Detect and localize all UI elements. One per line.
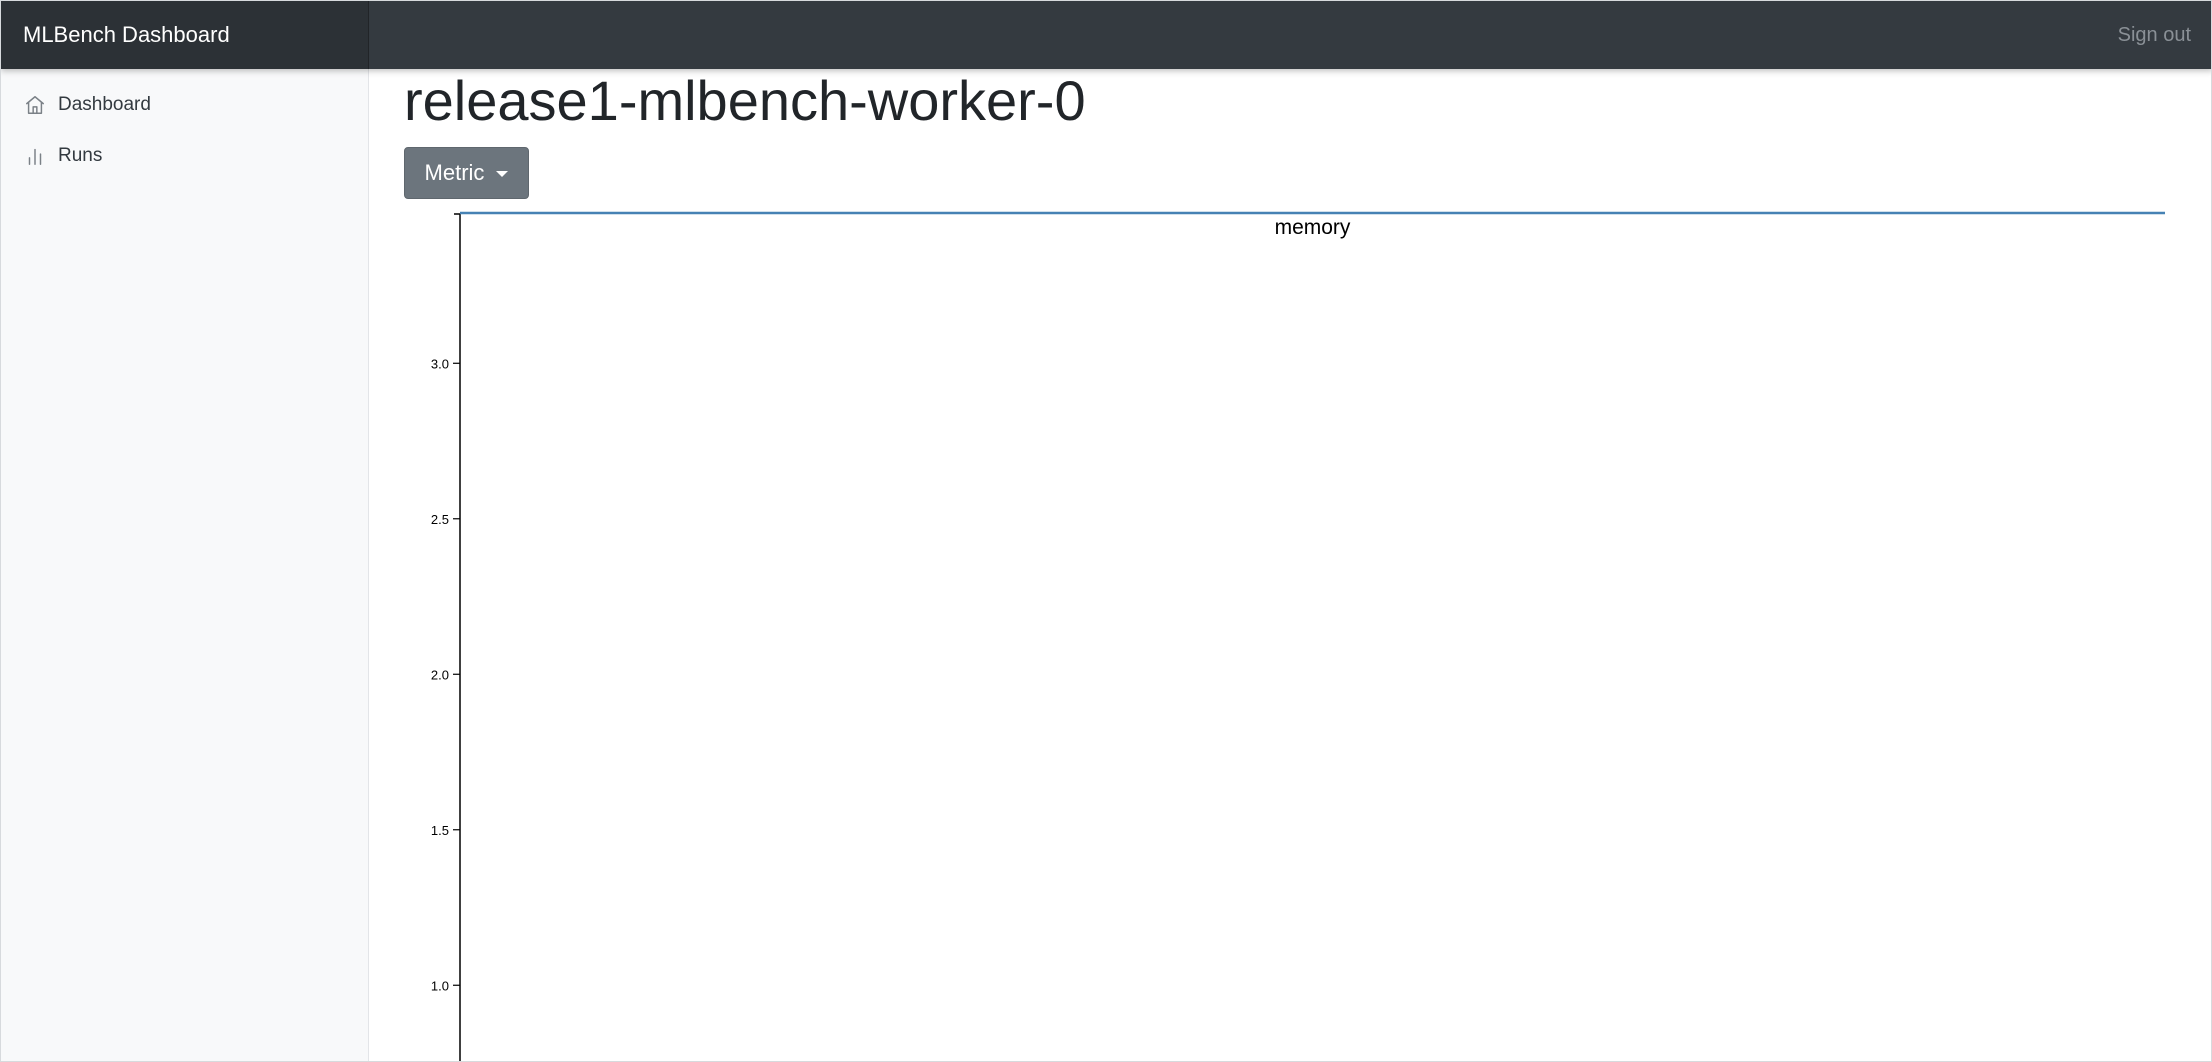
- y-axis: 1.0 1.5 2.0 2.5 3.0: [431, 213, 461, 1061]
- sidebar-item-runs[interactable]: Runs: [1, 138, 368, 174]
- chart-title: memory: [1275, 216, 1351, 239]
- y-tick-label: 3.0: [431, 356, 449, 371]
- main-content: release1-mlbench-worker-0 Metric 1.0 1.5 2…: [369, 69, 2211, 1061]
- sidebar: Dashboard Runs: [1, 69, 369, 1061]
- y-tick-label: 2.5: [431, 512, 449, 527]
- y-axis-line: [454, 213, 461, 1061]
- sidebar-item-dashboard[interactable]: Dashboard: [1, 87, 368, 123]
- bar-chart-icon: [24, 145, 46, 167]
- brand-link[interactable]: MLBench Dashboard: [1, 1, 369, 69]
- app-window: MLBench Dashboard Sign out Dashboard Run…: [0, 0, 2212, 1062]
- y-tick-label: 1.5: [431, 823, 449, 838]
- y-tick-label: 2.0: [431, 667, 449, 682]
- y-tick-label: 1.0: [431, 978, 449, 993]
- sign-out-link[interactable]: Sign out: [2118, 1, 2191, 69]
- top-navbar: MLBench Dashboard Sign out: [1, 1, 2211, 69]
- home-icon: [24, 94, 46, 116]
- memory-chart: 1.0 1.5 2.0 2.5 3.0 memory: [431, 211, 2165, 1061]
- sidebar-item-label: Runs: [58, 145, 103, 166]
- sidebar-item-label: Dashboard: [58, 94, 151, 115]
